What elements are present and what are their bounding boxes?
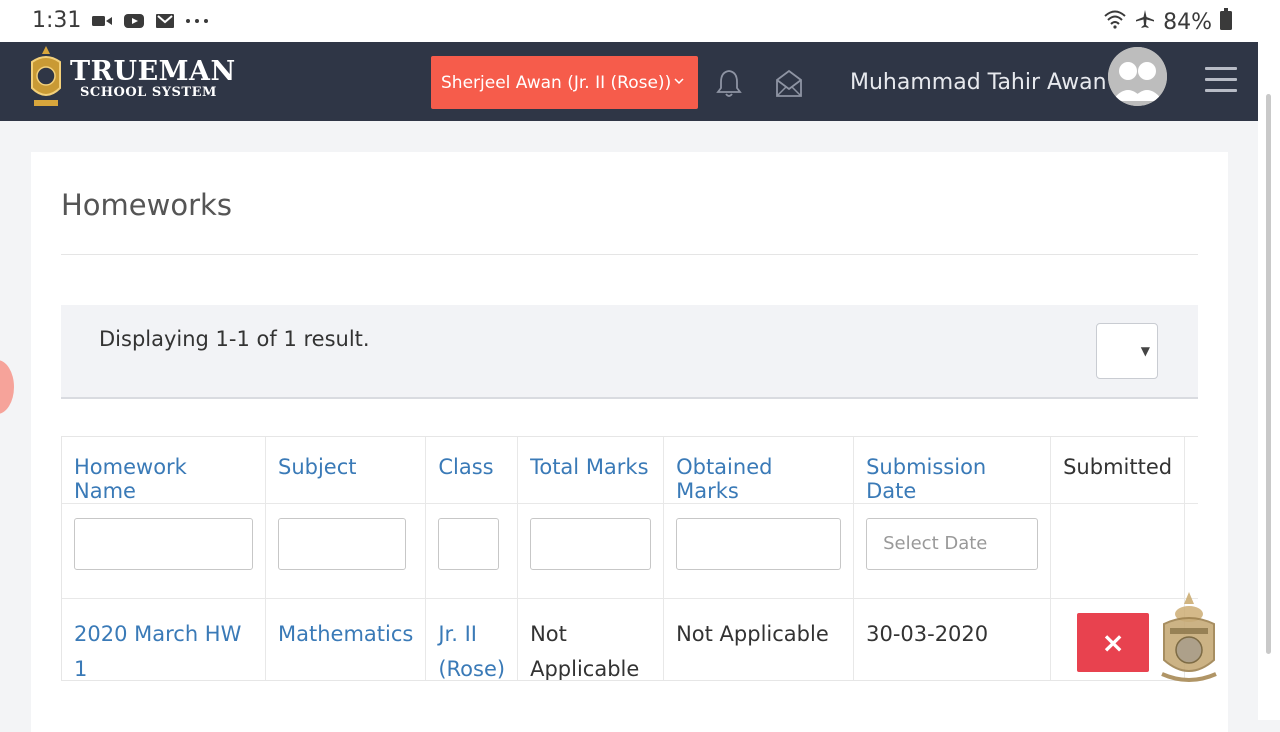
scrollbar-thumb[interactable] [1266, 94, 1271, 654]
column-total-marks[interactable]: Total Marks [517, 437, 665, 504]
not-submitted-button[interactable]: × [1077, 613, 1150, 672]
table-row: 2020 March HW 1 Mathematics Jr. II (Rose… [62, 598, 1198, 681]
column-extra [1184, 437, 1198, 504]
filter-row: Select Date [62, 503, 1198, 599]
homeworks-card: Homeworks Displaying 1-1 of 1 result. ▼ … [31, 152, 1228, 732]
battery-icon [1220, 8, 1232, 36]
school-badge-watermark [1156, 590, 1222, 686]
results-summary-text: Displaying 1-1 of 1 result. [99, 327, 370, 351]
table-header-row: Homework Name Subject Class Total Marks … [62, 437, 1198, 504]
caret-down-icon: ▼ [1140, 344, 1150, 358]
total-marks-line-2: Applicable [530, 657, 640, 681]
wifi-icon [1103, 9, 1127, 35]
crest-icon [28, 44, 64, 114]
subject-link[interactable]: Mathematics [278, 622, 413, 646]
status-time: 1:31 [32, 8, 82, 33]
page-scrollbar[interactable] [1258, 42, 1280, 720]
filter-homework-name-input[interactable] [74, 518, 253, 570]
homework-table: Homework Name Subject Class Total Marks … [61, 436, 1198, 681]
submission-date-value: 30-03-2020 [866, 622, 989, 646]
column-homework-name[interactable]: Homework Name [62, 437, 266, 504]
filter-class-input[interactable] [438, 518, 500, 570]
class-link[interactable]: Jr. II (Rose) [438, 622, 506, 681]
column-obtained-marks[interactable]: Obtained Marks [663, 437, 855, 504]
logo-subtitle: SCHOOL SYSTEM [80, 85, 217, 100]
column-submitted: Submitted [1050, 437, 1186, 504]
chevron-down-icon [674, 74, 684, 89]
filter-submission-date-input[interactable]: Select Date [866, 518, 1039, 570]
page-title: Homeworks [61, 188, 232, 222]
logo-title: TRUEMAN [70, 56, 236, 87]
column-submission-date[interactable]: Submission Date [853, 437, 1052, 504]
filter-obtained-marks-input[interactable] [676, 518, 842, 570]
youtube-icon [123, 13, 145, 29]
student-selector-label: Sherjeel Awan (Jr. II (Rose)) [441, 72, 672, 93]
page-size-select[interactable]: ▼ [1096, 323, 1158, 379]
class-line-1: Jr. II [438, 622, 477, 646]
close-icon: × [1101, 626, 1125, 659]
hamburger-menu-icon[interactable] [1205, 67, 1237, 95]
airplane-icon [1135, 9, 1155, 35]
trueman-logo[interactable]: TRUEMAN SCHOOL SYSTEM [28, 44, 236, 114]
gmail-icon [155, 13, 175, 29]
filter-total-marks-input[interactable] [530, 518, 652, 570]
user-name[interactable]: Muhammad Tahir Awan [850, 70, 1107, 95]
homework-name-link[interactable]: 2020 March HW 1 [74, 622, 241, 680]
status-bar: 1:31 84% [0, 0, 1280, 42]
more-dots-icon [185, 18, 209, 24]
battery-percent: 84% [1163, 9, 1212, 35]
total-marks-line-1: Not [530, 622, 567, 646]
column-subject[interactable]: Subject [265, 437, 427, 504]
divider [61, 254, 1198, 255]
bell-icon[interactable] [716, 68, 742, 102]
video-icon [91, 13, 113, 29]
top-navbar: TRUEMAN SCHOOL SYSTEM Sherjeel Awan (Jr.… [0, 42, 1258, 121]
student-selector-dropdown[interactable]: Sherjeel Awan (Jr. II (Rose)) [431, 56, 698, 109]
class-line-2: (Rose) [438, 657, 506, 681]
filter-subject-input[interactable] [278, 518, 406, 570]
filter-submitted-cell [1050, 503, 1186, 599]
envelope-icon[interactable] [775, 68, 803, 102]
floating-action-button[interactable] [0, 360, 14, 414]
results-summary-bar: Displaying 1-1 of 1 result. ▼ [61, 305, 1198, 399]
avatar[interactable] [1108, 47, 1167, 106]
column-class[interactable]: Class [425, 437, 519, 504]
obtained-marks-value: Not Applicable [676, 622, 829, 646]
